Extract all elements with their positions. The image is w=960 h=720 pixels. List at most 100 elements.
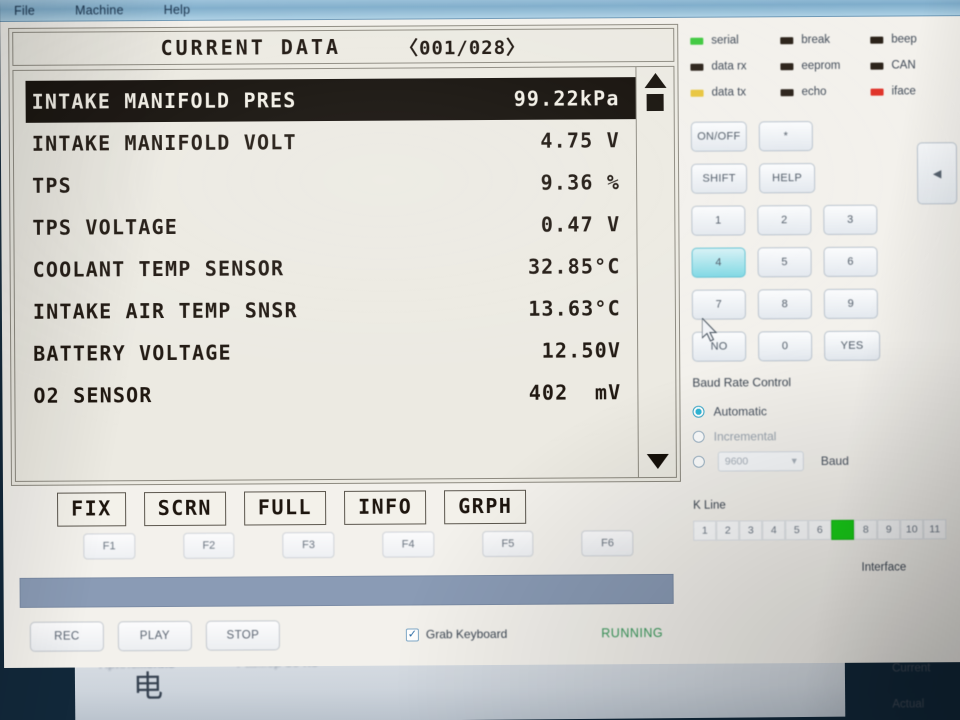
soft-key-fix[interactable]: FIX xyxy=(57,492,126,527)
k-line-group: K Line 1 2 3 4 5 6 7 8 9 10 11 xyxy=(693,498,960,541)
data-row[interactable]: COOLANT TEMP SENSOR 32.85°C xyxy=(27,245,637,291)
function-key-f4[interactable]: F4 xyxy=(382,531,435,558)
keypad-button-3[interactable]: 3 xyxy=(823,204,878,235)
scan-tool-panel: CURRENT DATA 〈001/028〉 INTAKE MANIFOLD P… xyxy=(0,18,690,668)
led-lamp-icon xyxy=(780,62,794,70)
baud-automatic-option[interactable]: Automatic xyxy=(692,397,960,424)
function-key-f2[interactable]: F2 xyxy=(182,532,235,559)
scrollbar-thumb[interactable] xyxy=(646,93,664,112)
baud-rate-control-group: Baud Rate Control Automatic Incremental … xyxy=(692,374,960,710)
k-line-cell[interactable]: 8 xyxy=(854,519,878,540)
keypad-button-5[interactable]: 5 xyxy=(757,247,812,278)
function-key-f6[interactable]: F6 xyxy=(581,530,634,557)
soft-key-scrn[interactable]: SCRN xyxy=(143,491,227,527)
keypad-button-9[interactable]: 9 xyxy=(823,288,878,319)
stop-button[interactable]: STOP xyxy=(205,620,280,651)
baud-rate-select[interactable]: 9600 ▾ xyxy=(717,450,804,472)
record-button[interactable]: REC xyxy=(29,621,104,652)
soft-key-full[interactable]: FULL xyxy=(243,491,327,526)
data-row[interactable]: BATTERY VOLTAGE 12.50V xyxy=(27,329,637,375)
actual-label: Actual xyxy=(892,698,925,711)
application-window: File Machine Help CURRENT DATA 〈001/028〉… xyxy=(0,0,960,711)
data-row[interactable]: TPS VOLTAGE 0.47 V xyxy=(26,203,636,249)
baud-incremental-option[interactable]: Incremental xyxy=(692,422,960,449)
k-line-cell[interactable]: 3 xyxy=(739,520,763,541)
k-line-heading: K Line xyxy=(693,499,726,512)
menu-item-file[interactable]: File xyxy=(14,3,35,17)
radio-automatic-icon[interactable] xyxy=(692,405,705,418)
radio-manual-icon[interactable] xyxy=(692,455,705,468)
led-lamp-icon xyxy=(690,63,704,71)
menu-item-machine[interactable]: Machine xyxy=(75,3,124,17)
play-button[interactable]: PLAY xyxy=(117,620,192,652)
keypad-button-0[interactable]: 0 xyxy=(758,331,813,362)
led-indicator: echo xyxy=(780,79,870,106)
function-key-f3[interactable]: F3 xyxy=(282,531,335,559)
keypad-button-2[interactable]: 2 xyxy=(757,205,812,236)
k-line-cell[interactable]: 1 xyxy=(693,520,717,541)
data-row-value: 12.50V xyxy=(541,338,622,363)
led-indicator: iface xyxy=(870,78,960,105)
data-row[interactable]: INTAKE MANIFOLD PRES 99.22kPa xyxy=(25,77,636,123)
keypad-button-help[interactable]: HELP xyxy=(759,163,816,194)
keypad-button-6[interactable]: 6 xyxy=(823,246,878,277)
k-line-cell[interactable]: 4 xyxy=(762,520,786,541)
led-column-2: break eeprom echo xyxy=(780,27,870,106)
keypad-button-on-off[interactable]: ON/OFF xyxy=(690,121,747,152)
led-indicator: break xyxy=(780,27,870,54)
data-row-value: 99.22kPa xyxy=(513,86,620,111)
keypad-button-yes[interactable]: YES xyxy=(824,330,881,361)
led-label: beep xyxy=(891,33,917,46)
data-row[interactable]: TPS 9.36 % xyxy=(26,161,636,207)
k-line-cell[interactable]: 10 xyxy=(900,519,924,540)
lcd-title-text: CURRENT DATA xyxy=(160,34,342,61)
led-label: data tx xyxy=(711,86,747,99)
led-lamp-icon xyxy=(870,88,884,96)
scroll-down-arrow-icon[interactable] xyxy=(646,453,669,470)
keypad-button-8[interactable]: 8 xyxy=(757,289,812,320)
data-row-name: INTAKE AIR TEMP SNSR xyxy=(32,298,298,324)
keypad-button-4[interactable]: 4 xyxy=(691,247,746,278)
baud-automatic-label: Automatic xyxy=(713,403,767,419)
menu-item-help[interactable]: Help xyxy=(164,2,191,16)
k-line-cell[interactable]: 5 xyxy=(785,520,809,541)
baud-rate-value: 9600 xyxy=(724,454,749,468)
led-lamp-icon xyxy=(780,36,794,44)
keypad-button-shift[interactable]: SHIFT xyxy=(691,163,748,194)
k-line-cell[interactable]: 2 xyxy=(716,520,740,541)
window-body: CURRENT DATA 〈001/028〉 INTAKE MANIFOLD P… xyxy=(0,16,960,711)
data-row[interactable]: INTAKE MANIFOLD VOLT 4.75 V xyxy=(26,119,636,165)
soft-key-grph[interactable]: GRPH xyxy=(444,489,527,525)
data-row-name: COOLANT TEMP SENSOR xyxy=(32,256,285,282)
led-label: serial xyxy=(711,34,739,47)
led-lamp-icon xyxy=(870,62,884,70)
radio-incremental-icon[interactable] xyxy=(692,430,705,443)
function-key-f5[interactable]: F5 xyxy=(481,530,534,558)
grab-keyboard-checkbox[interactable]: ✓ xyxy=(405,627,419,642)
lcd-scrollbar[interactable] xyxy=(635,66,676,478)
keypad-button-1[interactable]: 1 xyxy=(691,205,746,236)
transport-control-bar: REC PLAY STOP ✓ Grab Keyboard RUNNING xyxy=(12,604,682,652)
data-row-name: INTAKE MANIFOLD PRES xyxy=(31,88,297,114)
scroll-up-arrow-icon[interactable] xyxy=(643,72,667,89)
soft-key-info[interactable]: INFO xyxy=(343,490,427,525)
keypad-button--[interactable]: * xyxy=(758,121,813,152)
data-row[interactable]: O2 SENSOR 402 mV xyxy=(27,371,637,417)
data-row-name: TPS VOLTAGE xyxy=(32,214,179,240)
monitor-photo: Приложение Размер 30 Кб 电 File Machine H… xyxy=(0,0,960,720)
grab-keyboard-control[interactable]: ✓ Grab Keyboard xyxy=(405,627,507,642)
lcd-title-bar: CURRENT DATA 〈001/028〉 xyxy=(12,27,675,66)
k-line-cell[interactable]: 6 xyxy=(808,519,832,541)
data-row[interactable]: INTAKE AIR TEMP SNSR 13.63°C xyxy=(27,287,637,333)
function-key-f1[interactable]: F1 xyxy=(83,533,136,560)
k-line-cell[interactable]: 9 xyxy=(877,519,901,540)
back-button[interactable]: ◄ xyxy=(916,142,958,205)
function-key-row: F1 F2 F3 F4 F5 F6 xyxy=(11,523,681,560)
baud-manual-option[interactable]: 9600 ▾ Baud xyxy=(692,447,960,474)
led-label: break xyxy=(801,33,831,47)
k-line-cell[interactable]: 11 xyxy=(923,519,947,540)
data-row-value: 402 mV xyxy=(528,380,622,405)
keypad-button-7[interactable]: 7 xyxy=(691,289,746,320)
lcd-screen: CURRENT DATA 〈001/028〉 INTAKE MANIFOLD P… xyxy=(8,23,681,486)
k-line-cell[interactable]: 7 xyxy=(831,519,855,540)
